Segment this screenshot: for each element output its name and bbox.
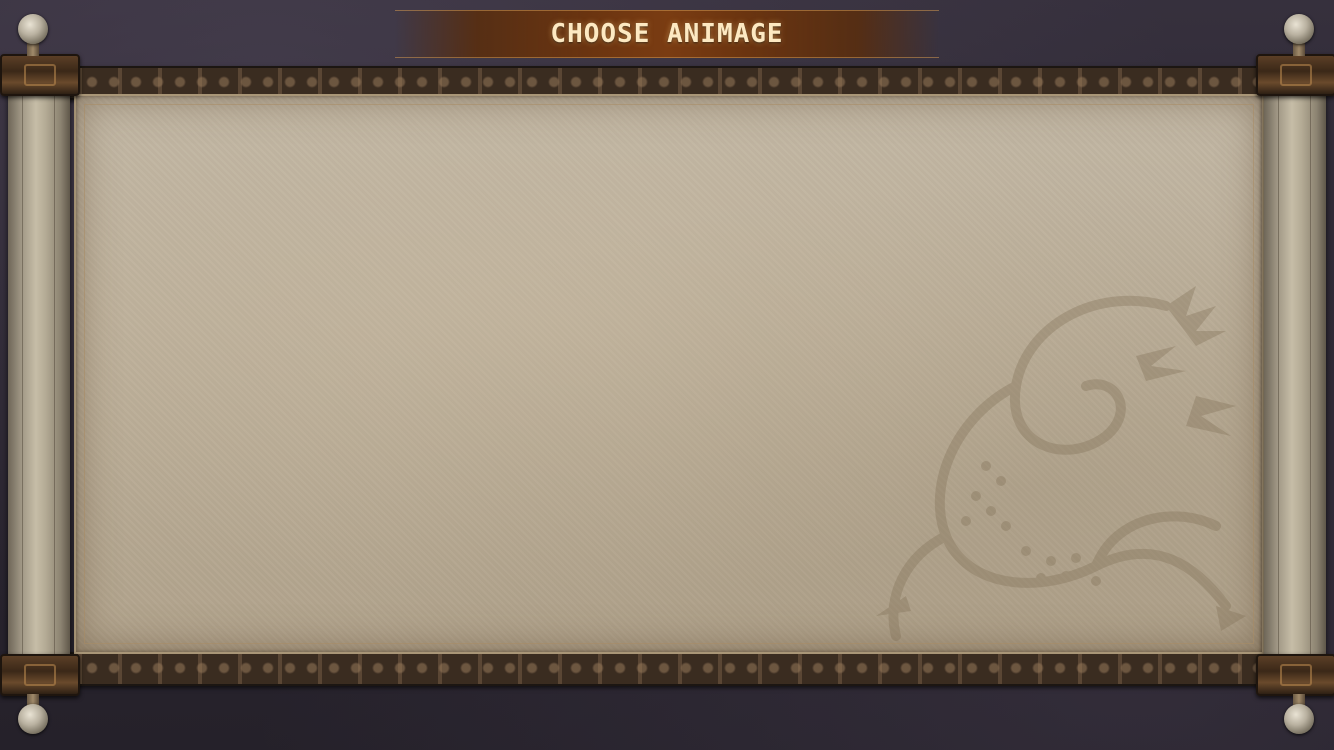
right-bottom-knob: [1284, 704, 1314, 734]
rod-groove: [1310, 86, 1311, 662]
rod-groove: [1278, 86, 1279, 662]
title-banner: CHOOSE ANIMAGE: [395, 10, 939, 58]
rod-groove: [54, 86, 55, 662]
right-rod-top-cap: [1256, 54, 1334, 96]
left-rod-bottom-cap: [0, 654, 80, 696]
scroll-parchment: [74, 94, 1264, 654]
dragon-icon: [876, 286, 1246, 641]
screen-title: CHOOSE ANIMAGE: [550, 19, 784, 49]
left-bottom-knob: [18, 704, 48, 734]
left-top-knob: [18, 14, 48, 44]
rod-groove: [22, 86, 23, 662]
left-scroll-rod: [8, 86, 70, 662]
right-knob-top-stem: [1293, 42, 1305, 56]
right-rod-bottom-cap: [1256, 654, 1334, 696]
scroll-bottom-trim: [60, 652, 1274, 686]
trim-pattern: [60, 74, 1274, 90]
right-scroll-rod: [1264, 86, 1326, 662]
trim-pattern: [60, 660, 1274, 676]
right-top-knob: [1284, 14, 1314, 44]
left-rod-top-cap: [0, 54, 80, 96]
left-knob-top-stem: [27, 42, 39, 56]
